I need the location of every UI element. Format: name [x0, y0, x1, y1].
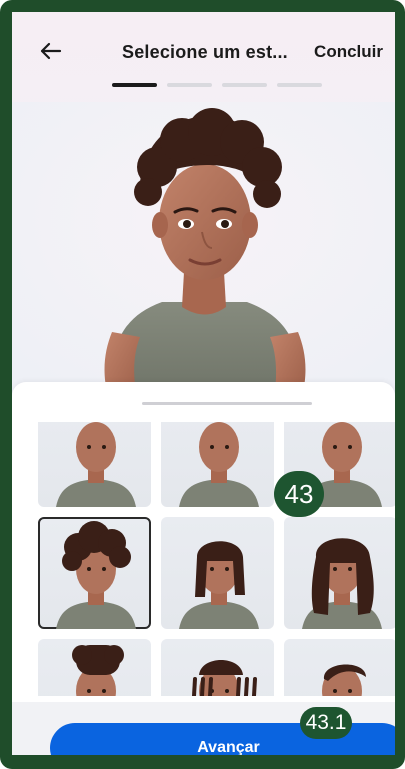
hairstyle-option-dreadlocks[interactable]	[161, 639, 274, 696]
done-button[interactable]: Concluir	[314, 42, 383, 62]
arrow-left-icon	[40, 42, 62, 60]
hairstyle-option-high-top[interactable]	[38, 639, 151, 696]
avatar-thumbnail	[191, 660, 257, 696]
avatar-thumbnail	[179, 422, 259, 507]
sheet-handle[interactable]	[142, 402, 312, 405]
step-indicator-4	[277, 83, 322, 87]
annotation-badge: 43	[274, 471, 324, 517]
step-indicator-1	[112, 83, 157, 87]
hairstyle-option-afro[interactable]	[38, 517, 151, 629]
avatar-preview	[12, 102, 395, 397]
hairstyle-option-shoulder-length[interactable]	[161, 517, 274, 629]
page-title: Selecione um est...	[122, 42, 288, 62]
avatar-thumbnail	[302, 538, 382, 629]
hairstyle-option-short-side-part[interactable]	[284, 639, 395, 696]
annotation-badge: 43.1	[300, 707, 352, 739]
back-button[interactable]	[38, 38, 64, 64]
avatar-thumbnail	[56, 521, 136, 629]
top-bar: Selecione um est... Concluir	[12, 32, 395, 72]
step-progress	[112, 83, 322, 87]
hairstyle-grid	[38, 422, 395, 696]
avatar-thumbnail	[56, 422, 136, 507]
avatar-thumbnail	[322, 664, 366, 696]
avatar-thumbnail	[179, 541, 259, 629]
hairstyle-option-long-wavy[interactable]	[284, 517, 395, 629]
hairstyle-option-partial-row[interactable]	[161, 422, 274, 507]
app-frame: Selecione um est... Concluir Avançar 43 …	[0, 0, 405, 769]
step-indicator-2	[167, 83, 212, 87]
avatar-illustration	[12, 102, 395, 397]
screen: Selecione um est... Concluir Avançar 43 …	[12, 12, 395, 755]
avatar-thumbnail	[72, 645, 124, 696]
hairstyle-option-partial-row[interactable]	[38, 422, 151, 507]
step-indicator-3	[222, 83, 267, 87]
next-button[interactable]: Avançar	[50, 723, 395, 755]
